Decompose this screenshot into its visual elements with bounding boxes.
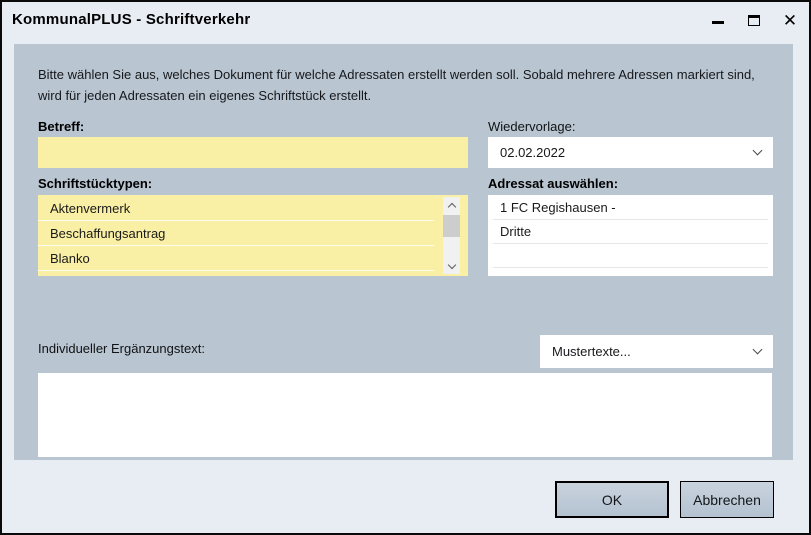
list-item[interactable]: Aktenvermerk [38, 196, 434, 221]
betreff-input[interactable] [38, 137, 468, 168]
ergaenzungstext-label: Individueller Ergänzungstext: [38, 341, 205, 356]
adressat-listbox: 1 FC Regishausen - Dritte [488, 195, 773, 276]
scroll-down-button[interactable] [443, 258, 460, 274]
list-item[interactable]: Dritte [493, 220, 768, 244]
list-item-empty [493, 244, 768, 268]
close-icon: ✕ [783, 12, 797, 29]
minimize-button[interactable] [703, 6, 733, 34]
adressat-label: Adressat auswählen: [488, 176, 618, 191]
wiedervorlage-dropdown[interactable]: 02.02.2022 [488, 137, 773, 168]
betreff-label: Betreff: [38, 119, 84, 134]
maximize-icon [748, 15, 760, 26]
mustertexte-value: Mustertexte... [552, 344, 754, 359]
content-panel: Bitte wählen Sie aus, welches Dokument f… [14, 44, 793, 460]
list-item[interactable]: Beschaffungsantrag [38, 221, 434, 246]
minimize-icon [712, 21, 724, 24]
cancel-button[interactable]: Abbrechen [680, 481, 774, 518]
title-bar: KommunalPLUS - Schriftverkehr ✕ [2, 2, 809, 42]
mustertexte-dropdown[interactable]: Mustertexte... [540, 335, 773, 368]
chevron-down-icon [753, 345, 763, 355]
schriftstuecktypen-label: Schriftstücktypen: [38, 176, 152, 191]
instruction-text: Bitte wählen Sie aus, welches Dokument f… [38, 64, 773, 106]
list-item[interactable]: 1 FC Regishausen - [493, 196, 768, 220]
close-button[interactable]: ✕ [775, 6, 805, 34]
wiedervorlage-label: Wiedervorlage: [488, 119, 575, 134]
chevron-up-icon [447, 202, 455, 210]
scrollbar-thumb[interactable] [443, 215, 460, 237]
window-controls: ✕ [703, 6, 805, 34]
scrollbar-track[interactable] [443, 197, 460, 274]
schriftstuecktypen-listbox: Aktenvermerk Beschaffungsantrag Blanko [38, 195, 468, 276]
dialog-window: KommunalPLUS - Schriftverkehr ✕ Bitte wä… [0, 0, 811, 535]
ergaenzungstext-textarea[interactable] [38, 373, 772, 457]
chevron-down-icon [447, 260, 455, 268]
maximize-button[interactable] [739, 6, 769, 34]
scroll-up-button[interactable] [443, 197, 460, 213]
list-item[interactable]: Blanko [38, 246, 434, 271]
ok-button[interactable]: OK [555, 481, 669, 518]
wiedervorlage-value: 02.02.2022 [500, 145, 754, 160]
window-title: KommunalPLUS - Schriftverkehr [12, 11, 250, 28]
chevron-down-icon [753, 146, 763, 156]
